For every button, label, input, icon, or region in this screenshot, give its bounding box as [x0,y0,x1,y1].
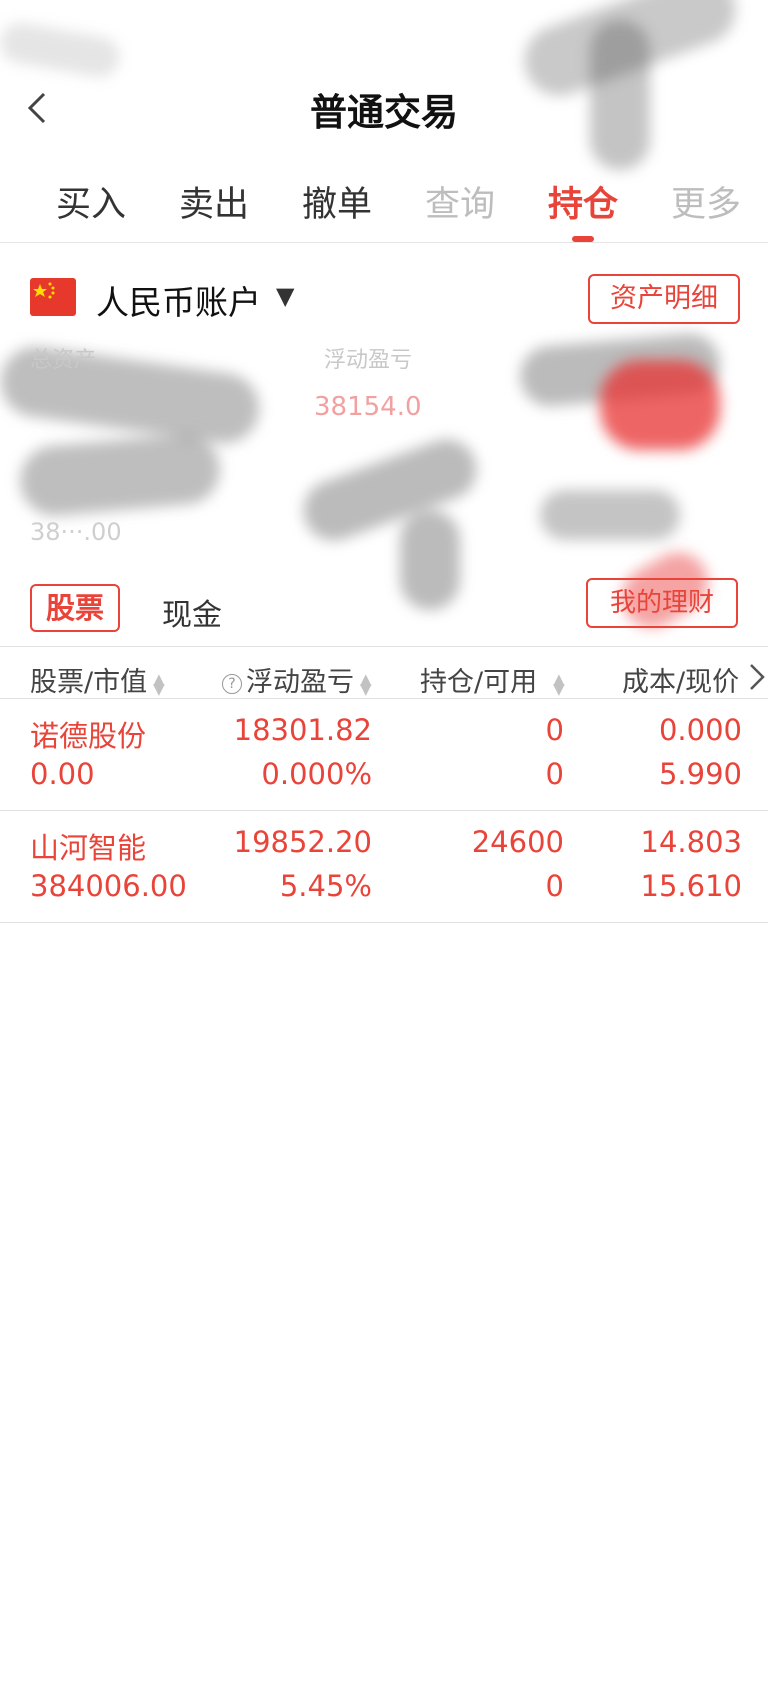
stock-name: 山河智能 [30,831,147,865]
subtab-stocks[interactable]: 股票 [30,584,120,632]
available-qty: 0 [545,757,564,791]
stock-name: 诺德股份 [30,719,147,753]
floating-pnl-pct: 0.000% [261,757,372,791]
available-qty: 0 [545,869,564,903]
column-header-label: 成本/现价 [622,667,740,698]
position-qty: 24600 [471,825,564,859]
table-row[interactable]: 诺德股份 0.00 18301.82 0.000% 0 0 0.000 5.99… [0,699,768,811]
total-assets-label: 总资产 [30,348,97,373]
market-value: 384006.00 [30,869,187,903]
divider [0,646,768,647]
column-header-stock[interactable]: 股票/市值 ▲ ▼ [30,660,165,699]
tab-query[interactable]: 查询 [425,176,495,227]
tab-sell[interactable]: 卖出 [179,176,249,227]
position-qty: 0 [545,713,564,747]
column-header-label: 持仓/可用 [420,667,538,698]
redaction-smear [17,431,223,519]
divider [0,242,768,243]
floating-pnl-label: 浮动盈亏 [324,348,413,373]
cost-price: 14.803 [640,825,742,859]
tab-positions[interactable]: 持仓 [548,176,618,227]
redaction-smear [400,510,460,610]
redaction-smear [540,490,680,540]
table-row[interactable]: 山河智能 384006.00 19852.20 5.45% 24600 0 14… [0,811,768,923]
floating-pnl-pct: 5.45% [279,869,372,903]
china-flag-icon [30,278,76,316]
page-title: 普通交易 [310,91,458,134]
floating-pnl-value: 38154.0 [314,392,422,422]
chevron-right-icon[interactable] [748,662,766,696]
my-finance-button[interactable]: 我的理财 [586,578,738,628]
tab-more[interactable]: 更多 [671,176,741,227]
sort-icon: ▲ ▼ [153,669,165,698]
divider [0,922,768,923]
redaction-smear [600,360,720,450]
dropdown-arrow-icon[interactable]: ▼ [276,282,294,310]
tab-cancel[interactable]: 撤单 [302,176,372,227]
floating-pnl: 19852.20 [233,825,372,859]
sort-icon: ▲ ▼ [553,669,565,698]
subtab-cash[interactable]: 现金 [162,590,222,634]
question-circle-icon[interactable]: ? [222,673,242,694]
market-value: 0.00 [30,757,95,791]
current-price: 15.610 [640,869,742,903]
floating-pnl: 18301.82 [233,713,372,747]
redaction-smear [0,19,123,81]
summary-bottom-value: 38···.00 [30,518,122,546]
account-selector[interactable]: 人民币账户 [96,276,261,324]
current-price: 5.990 [658,757,742,791]
column-header-label: 股票/市值 [30,667,148,698]
tab-buy[interactable]: 买入 [56,176,126,227]
column-header-pnl[interactable]: ? 浮动盈亏 ▲ ▼ [222,660,372,699]
column-header-label: 浮动盈亏 [246,667,354,698]
sort-icon: ▲ ▼ [360,669,372,698]
cost-price: 0.000 [658,713,742,747]
column-header-cost[interactable]: 成本/现价 [622,660,739,699]
column-header-position[interactable]: 持仓/可用 ▲ ▼ [420,660,565,699]
asset-detail-button[interactable]: 资产明细 [588,274,740,324]
